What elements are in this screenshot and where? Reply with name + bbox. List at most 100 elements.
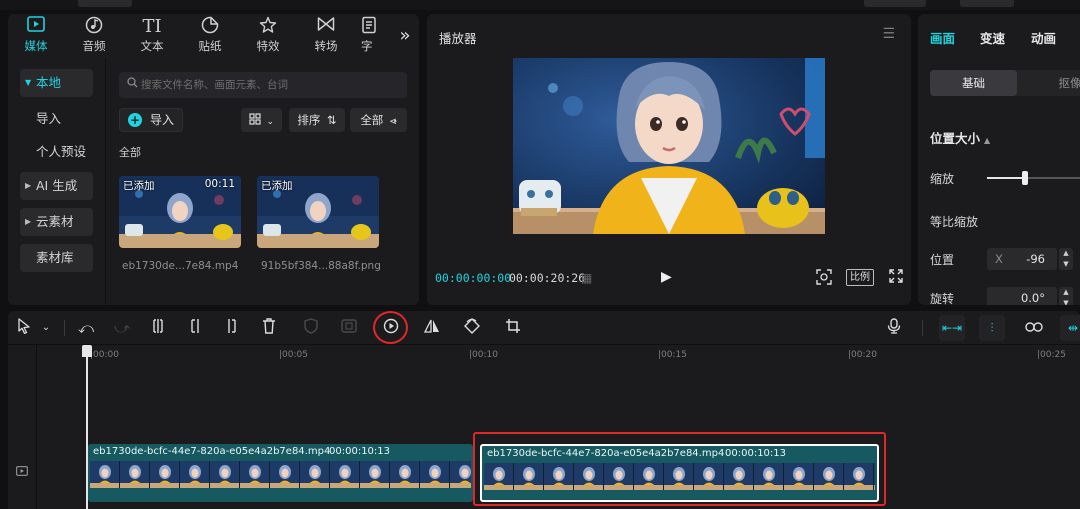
search-input[interactable] bbox=[141, 75, 401, 95]
menu-icon[interactable]: ☰ bbox=[882, 26, 895, 42]
sidebar-item-import[interactable]: 导入 bbox=[20, 105, 93, 133]
tab-caption[interactable]: 字 bbox=[361, 16, 389, 58]
timecode-grid-icon[interactable]: ▦ bbox=[581, 271, 592, 285]
position-x-field[interactable]: X -96 bbox=[987, 248, 1057, 270]
sidebar-item-cloud[interactable]: ▶ 云素材 bbox=[20, 208, 93, 236]
more-tabs-icon[interactable]: » bbox=[395, 26, 415, 46]
media-item[interactable]: 已添加 bbox=[257, 176, 379, 248]
rotation-field[interactable]: 0.0° bbox=[987, 287, 1057, 305]
sidebar-item-library[interactable]: 素材库 bbox=[20, 244, 93, 272]
crop-icon[interactable] bbox=[503, 318, 523, 338]
fullscreen-icon[interactable] bbox=[889, 269, 903, 287]
video-clip[interactable]: eb1730de-bcfc-44e7-820a-e05e4a2b7e84.mp4… bbox=[88, 444, 473, 502]
tab-label: 特效 bbox=[256, 39, 280, 53]
rotate-icon[interactable] bbox=[462, 318, 482, 338]
video-track-icon[interactable] bbox=[16, 466, 28, 479]
filter-button[interactable]: 全部 ⩹ bbox=[350, 108, 407, 132]
freeze-icon[interactable] bbox=[301, 318, 321, 338]
playhead[interactable] bbox=[82, 345, 92, 509]
slider-fill bbox=[987, 177, 1026, 179]
position-x-stepper[interactable]: ▲ ▼ bbox=[1059, 248, 1073, 270]
tab-audio[interactable]: 音频 bbox=[71, 16, 117, 58]
position-x-value: -96 bbox=[1026, 252, 1045, 266]
clip-filmstrip bbox=[90, 461, 471, 488]
search-box bbox=[119, 72, 407, 98]
plus-icon: + bbox=[128, 113, 142, 127]
header-button[interactable] bbox=[864, 0, 926, 7]
edit-toolbar: ⌄ ⤺ ⤻ ⇤⇥ ⫶ ⇹ bbox=[8, 311, 1080, 345]
ratio-button[interactable]: 比例 bbox=[846, 269, 874, 286]
chevron-down-icon[interactable]: ⌄ bbox=[36, 318, 56, 338]
header-tab[interactable] bbox=[78, 0, 132, 7]
tab-label: 音频 bbox=[82, 39, 106, 53]
grid-view-icon bbox=[249, 113, 265, 127]
view-mode-button[interactable]: ⌄ bbox=[241, 108, 282, 132]
slider-handle[interactable] bbox=[1022, 171, 1029, 185]
highlight-circle bbox=[373, 311, 408, 344]
tab-effects[interactable]: 特效 bbox=[245, 16, 291, 58]
split-right-icon[interactable] bbox=[222, 318, 242, 338]
redo-icon[interactable]: ⤻ bbox=[112, 318, 132, 338]
subtab-keying[interactable]: 抠像 bbox=[1040, 70, 1080, 96]
import-button[interactable]: + 导入 bbox=[119, 108, 183, 132]
rotation-stepper[interactable]: ▲ ▼ bbox=[1059, 287, 1073, 305]
sidebar-item-local[interactable]: ▼ 本地 bbox=[20, 69, 93, 97]
header-button[interactable] bbox=[960, 0, 1014, 7]
tab-speed[interactable]: 变速 bbox=[980, 28, 1005, 47]
video-preview[interactable] bbox=[513, 58, 825, 234]
effects-icon bbox=[245, 16, 291, 38]
caption-icon bbox=[361, 16, 389, 38]
tab-label: 文本 bbox=[140, 39, 164, 53]
inspector-panel: 画面 变速 动画 基础 抠像 位置大小 ▲ 缩放 等比缩放 位置 X -96 ▲ ▼… bbox=[918, 14, 1080, 305]
expand-triangle-icon: ▼ bbox=[25, 78, 32, 87]
sidebar-item-label: 素材库 bbox=[36, 250, 74, 265]
ruler-tick-label: |00:25 bbox=[1037, 350, 1066, 360]
player-panel: 播放器 ☰ 00:00:00:00 00:00:20:26 ▦ ▶ 比例 bbox=[427, 14, 911, 305]
mic-icon[interactable] bbox=[884, 318, 904, 338]
clip-name: eb1730de-bcfc-44e7-820a-e05e4a2b7e84.mp4 bbox=[93, 446, 331, 457]
sort-button[interactable]: 排序 ⇅ bbox=[289, 108, 345, 132]
added-badge: 已添加 bbox=[123, 180, 155, 192]
sidebar-item-label: 本地 bbox=[36, 75, 62, 90]
sidebar-item-presets[interactable]: 个人预设 bbox=[20, 138, 93, 166]
tab-transition[interactable]: 转场 bbox=[303, 16, 349, 58]
divider bbox=[64, 320, 65, 336]
link-icon[interactable] bbox=[1024, 318, 1044, 338]
time-ruler[interactable]: |00:00 |00:05 |00:10 |00:15 |00:20 |00:2… bbox=[37, 345, 1080, 363]
ratio-label: 比例 bbox=[850, 272, 870, 283]
playhead-handle[interactable] bbox=[82, 345, 92, 357]
clip-duration: 00:00:10:13 bbox=[329, 446, 391, 457]
category-tabs: 媒体 音频 TI 文本 贴纸 特效 转场 字 » bbox=[8, 14, 419, 58]
tab-label: 转场 bbox=[314, 39, 338, 53]
chevron-down-icon: ⌄ bbox=[266, 117, 275, 127]
auto-snap-icon[interactable]: ⫶ bbox=[979, 315, 1005, 341]
tab-text[interactable]: TI 文本 bbox=[129, 16, 175, 58]
fit-screen-icon[interactable] bbox=[816, 269, 832, 289]
tab-picture[interactable]: 画面 bbox=[930, 28, 955, 47]
position-size-heading[interactable]: 位置大小 ▲ bbox=[930, 128, 990, 147]
mirror-icon[interactable] bbox=[422, 318, 442, 338]
player-title: 播放器 bbox=[439, 31, 477, 46]
split-left-icon[interactable] bbox=[185, 318, 205, 338]
undo-icon[interactable]: ⤺ bbox=[76, 318, 96, 338]
added-badge: 已添加 bbox=[261, 180, 293, 192]
subtab-basic[interactable]: 基础 bbox=[930, 70, 1017, 96]
preview-axis-icon[interactable]: ⇹ bbox=[1060, 315, 1080, 341]
tab-media[interactable]: 媒体 bbox=[13, 16, 59, 58]
filter-icon: ⩹ bbox=[389, 113, 397, 127]
mask-icon[interactable] bbox=[339, 318, 359, 338]
select-icon[interactable] bbox=[14, 318, 34, 338]
scale-slider[interactable] bbox=[987, 171, 1080, 185]
main-track-magnet-icon[interactable]: ⇤⇥ bbox=[939, 315, 965, 341]
media-item[interactable]: 已添加 00:11 bbox=[119, 176, 241, 248]
tab-label: 媒体 bbox=[24, 39, 48, 53]
delete-icon[interactable] bbox=[259, 318, 279, 338]
tab-sticker[interactable]: 贴纸 bbox=[187, 16, 233, 58]
play-icon[interactable]: ▶ bbox=[661, 269, 672, 285]
section-title: 位置大小 bbox=[930, 131, 981, 146]
tab-animation[interactable]: 动画 bbox=[1031, 28, 1056, 47]
filter-label: 全部 bbox=[360, 113, 384, 127]
sidebar-item-label: AI 生成 bbox=[36, 178, 78, 193]
split-icon[interactable] bbox=[148, 318, 168, 338]
sidebar-item-ai[interactable]: ▶ AI 生成 bbox=[20, 172, 93, 200]
